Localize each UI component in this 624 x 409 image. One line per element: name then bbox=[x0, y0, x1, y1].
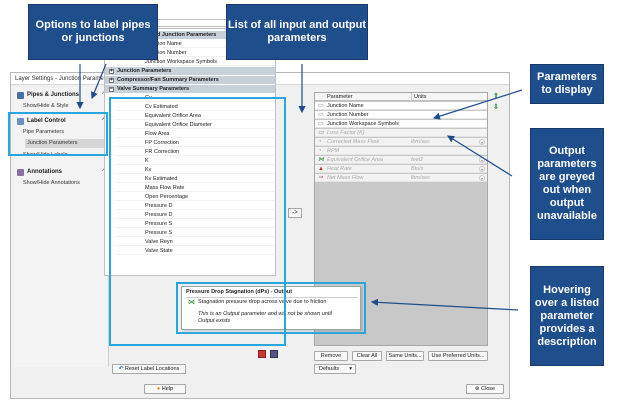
callout-parameter-list: List of all input and output parameters bbox=[226, 4, 368, 60]
arrow-output-greyed bbox=[446, 135, 513, 177]
callout-params-display: Parameters to display bbox=[530, 64, 604, 104]
arrow-hover-description bbox=[370, 298, 519, 311]
arrow-params-display bbox=[432, 89, 523, 120]
callout-output-greyed: Output parameters are greyed out when ou… bbox=[530, 128, 604, 240]
callout-label-options: Options to label pipes or junctions bbox=[28, 4, 158, 60]
callout-hover-description: Hovering over a listed parameter provide… bbox=[530, 266, 604, 366]
arrow-pipes-junctions bbox=[90, 63, 107, 100]
